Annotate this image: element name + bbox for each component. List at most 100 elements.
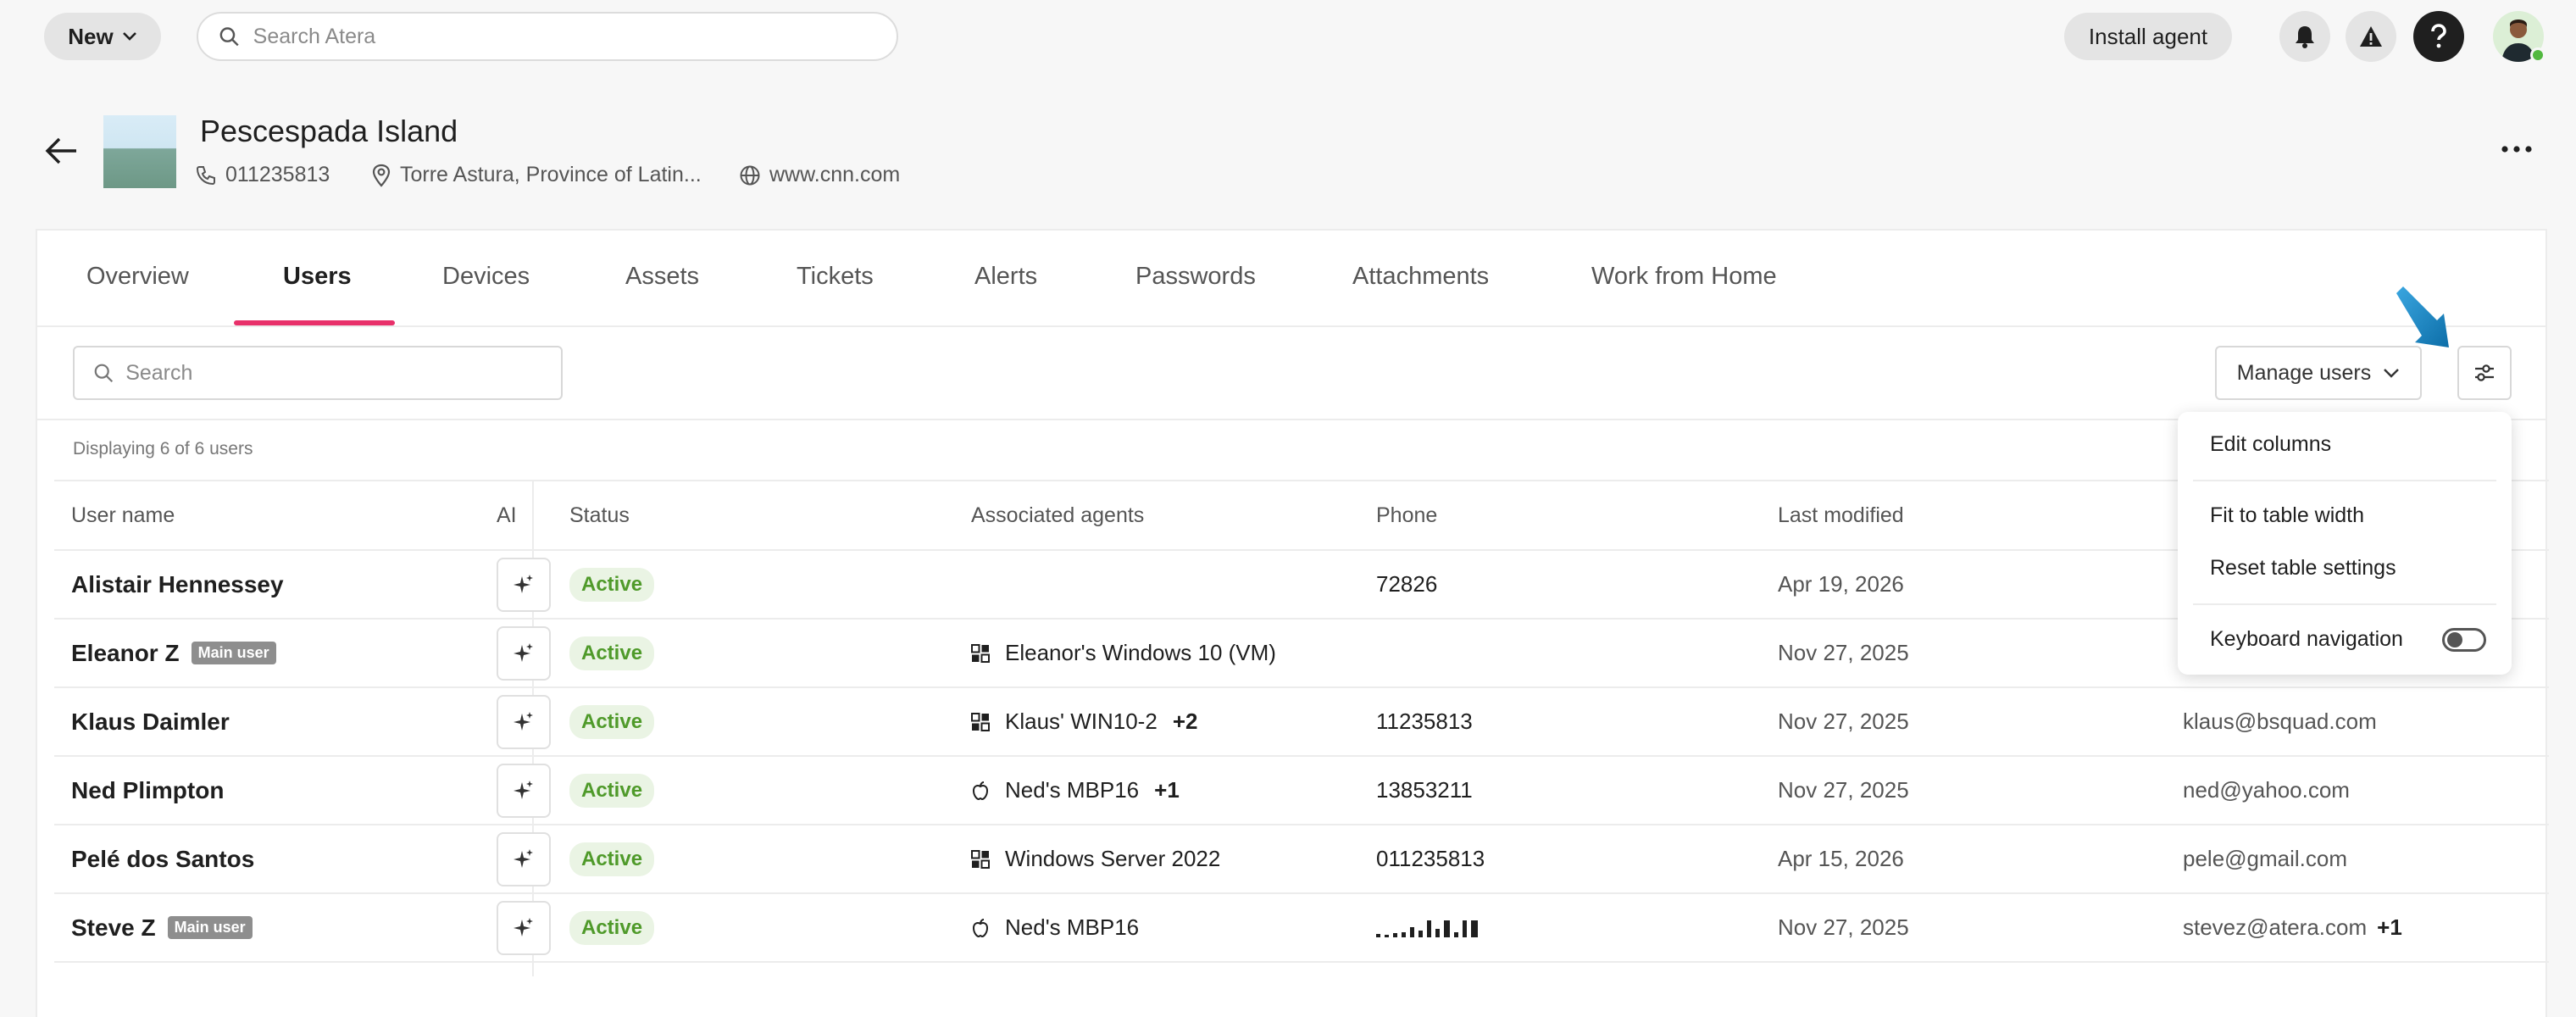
header-phone[interactable]: Phone — [1376, 503, 1437, 528]
windows-icon — [971, 849, 990, 869]
annotation-arrow-icon — [2396, 286, 2449, 347]
menu-item-reset-settings[interactable]: Reset table settings — [2210, 556, 2396, 581]
bell-icon — [2296, 26, 2314, 48]
table-header: User name AI Status Associated agents Ph… — [54, 480, 2549, 551]
menu-item-keyboard-navigation[interactable]: Keyboard navigation — [2210, 627, 2403, 652]
phone-cell: 72826 — [1376, 571, 1438, 597]
keyboard-navigation-toggle[interactable] — [2442, 628, 2486, 652]
help-button[interactable] — [2413, 11, 2464, 62]
tab-tickets[interactable]: Tickets — [797, 263, 874, 291]
user-name-cell[interactable]: Eleanor Z Main user — [71, 620, 276, 686]
tab-users[interactable]: Users — [283, 263, 352, 291]
notifications-button[interactable] — [2279, 11, 2330, 62]
chevron-down-icon — [122, 32, 136, 41]
tab-attachments[interactable]: Attachments — [1352, 263, 1489, 291]
user-name-cell[interactable]: Steve Z Main user — [71, 894, 253, 961]
menu-item-fit-to-width[interactable]: Fit to table width — [2210, 503, 2364, 528]
tab-devices[interactable]: Devices — [442, 263, 530, 291]
customer-thumbnail — [103, 115, 176, 188]
sparkle-icon — [514, 712, 533, 731]
new-button[interactable]: New — [44, 13, 161, 60]
user-name-cell[interactable]: Pelé dos Santos — [71, 825, 254, 892]
online-status-dot — [2530, 47, 2545, 63]
top-bar: New Install agent — [0, 0, 2576, 73]
active-tab-indicator — [234, 320, 395, 325]
display-count: Displaying 6 of 6 users — [73, 439, 253, 458]
last-modified-cell: Apr 19, 2026 — [1778, 571, 1904, 597]
last-modified-cell: Nov 27, 2025 — [1778, 777, 1909, 803]
agents-cell[interactable]: Klaus' WIN10-2 +2 — [971, 688, 1197, 755]
users-card: Overview Users Devices Assets Tickets Al… — [36, 229, 2549, 1017]
windows-icon — [971, 643, 990, 663]
ai-button[interactable] — [497, 695, 551, 749]
user-name: Eleanor Z — [71, 639, 180, 666]
more-agents-count[interactable]: +1 — [1154, 777, 1180, 803]
table-row[interactable]: Pelé dos Santos Active Windows Server 20… — [54, 825, 2549, 894]
header-ai[interactable]: AI — [497, 503, 517, 528]
customer-website[interactable]: www.cnn.com — [739, 163, 900, 187]
warning-icon — [2360, 26, 2382, 47]
status-cell: Active — [569, 620, 655, 686]
status-badge: Active — [569, 910, 655, 945]
agents-cell[interactable]: Ned's MBP16 +1 — [971, 757, 1180, 824]
customer-website-text: www.cnn.com — [769, 163, 901, 186]
header-associated-agents[interactable]: Associated agents — [971, 503, 1144, 528]
table-search[interactable] — [73, 346, 563, 400]
apple-icon — [972, 918, 989, 937]
more-agents-count[interactable]: +2 — [1173, 709, 1198, 735]
ai-button[interactable] — [497, 832, 551, 886]
status-cell: Active — [569, 894, 655, 961]
table-row[interactable]: Klaus Daimler Active Klaus' WIN10-2 +2 1… — [54, 688, 2549, 757]
header-user-name[interactable]: User name — [71, 503, 175, 528]
sparkle-icon — [514, 849, 533, 868]
header-last-modified[interactable]: Last modified — [1778, 503, 1904, 528]
ai-button[interactable] — [497, 558, 551, 612]
manage-users-label: Manage users — [2236, 360, 2372, 385]
email-cell: klaus@bsquad.com — [2183, 709, 2377, 734]
status-badge: Active — [569, 773, 655, 808]
status-badge: Active — [569, 567, 655, 602]
agent-name: Eleanor's Windows 10 (VM) — [1005, 640, 1276, 665]
phone-cell: 11235813 — [1376, 709, 1473, 734]
table-row[interactable]: Steve Z Main user Active Ned's MBP16 Nov … — [54, 894, 2549, 963]
menu-divider — [2193, 603, 2496, 605]
menu-item-edit-columns[interactable]: Edit columns — [2210, 432, 2331, 457]
table-row[interactable]: Eleanor Z Main user Active Eleanor's Wind… — [54, 620, 2549, 688]
tab-alerts[interactable]: Alerts — [974, 263, 1037, 291]
user-name-cell[interactable]: Klaus Daimler — [71, 688, 230, 755]
user-name: Klaus Daimler — [71, 708, 230, 735]
tab-overview[interactable]: Overview — [86, 263, 189, 291]
last-modified-cell: Nov 27, 2025 — [1778, 709, 1909, 734]
tab-passwords[interactable]: Passwords — [1135, 263, 1256, 291]
more-options-icon[interactable] — [2500, 139, 2534, 159]
customer-address: Torre Astura, Province of Latin... — [371, 163, 702, 187]
tab-assets[interactable]: Assets — [625, 263, 699, 291]
tab-work-from-home[interactable]: Work from Home — [1591, 263, 1777, 291]
alerts-button[interactable] — [2346, 11, 2396, 62]
user-name: Steve Z — [71, 914, 156, 941]
global-search-input[interactable] — [253, 24, 897, 49]
agents-cell[interactable]: Eleanor's Windows 10 (VM) — [971, 620, 1276, 686]
agents-cell[interactable]: Ned's MBP16 — [971, 894, 1139, 961]
search-icon — [219, 27, 239, 47]
globe-icon — [740, 165, 760, 185]
global-search[interactable] — [197, 12, 898, 61]
email-cell: stevez@atera.com +1 — [2183, 894, 2402, 961]
install-agent-button[interactable]: Install agent — [2064, 13, 2232, 60]
status-cell: Active — [569, 825, 655, 892]
table-row[interactable]: Ned Plimpton Active Ned's MBP16 +1 13853… — [54, 757, 2549, 825]
table-search-input[interactable] — [125, 360, 561, 386]
agents-cell[interactable]: Windows Server 2022 — [971, 825, 1220, 892]
ai-button[interactable] — [497, 626, 551, 681]
user-name: Alistair Hennessey — [71, 570, 284, 597]
user-name-cell[interactable]: Alistair Hennessey — [71, 551, 284, 618]
back-arrow-icon[interactable] — [42, 134, 80, 168]
ai-button[interactable] — [497, 901, 551, 955]
user-name-cell[interactable]: Ned Plimpton — [71, 757, 224, 824]
header-status[interactable]: Status — [569, 503, 630, 528]
ai-button[interactable] — [497, 764, 551, 818]
table-row[interactable]: Alistair Hennessey Active 72826 Apr 19, … — [54, 551, 2549, 620]
more-emails-count[interactable]: +1 — [2377, 914, 2402, 941]
sparkle-icon — [514, 643, 533, 662]
phone-icon — [196, 165, 215, 185]
